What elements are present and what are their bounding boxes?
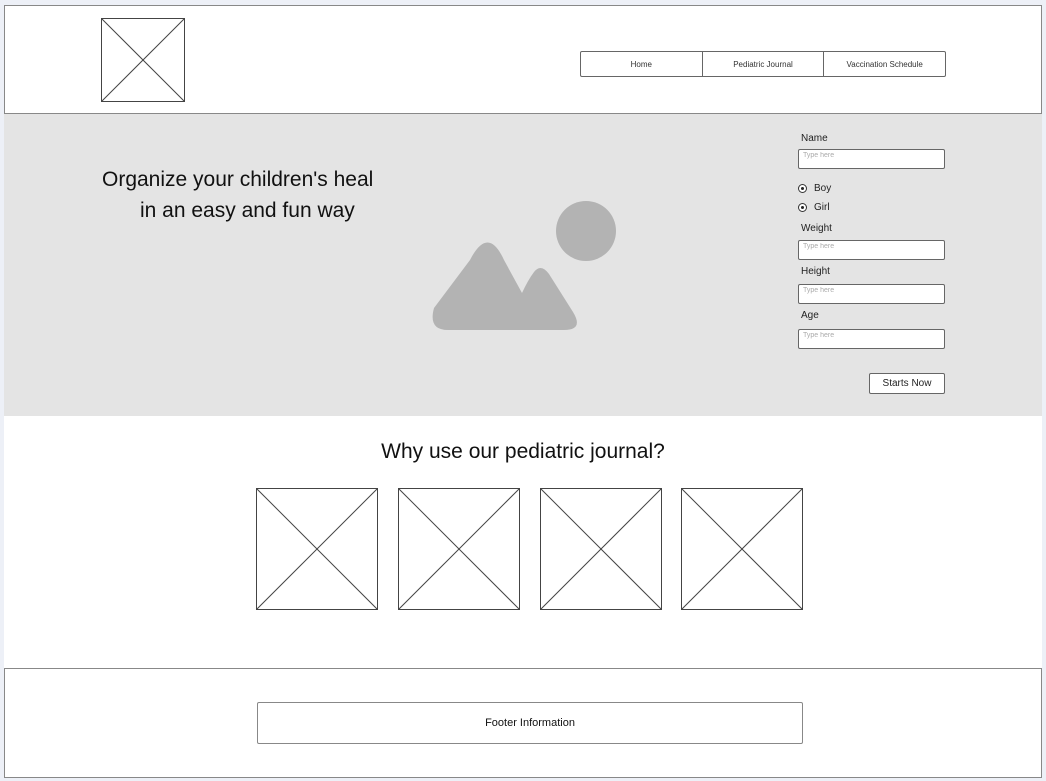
- feature-image-placeholder-icon: [256, 488, 378, 610]
- main-nav: Home Pediatric Journal Vaccination Sched…: [580, 51, 946, 77]
- features-section: Why use our pediatric journal?: [4, 416, 1042, 668]
- gender-option-girl[interactable]: Girl: [798, 202, 830, 213]
- nav-vaccination-schedule[interactable]: Vaccination Schedule: [824, 52, 945, 76]
- nav-home[interactable]: Home: [581, 52, 703, 76]
- height-label: Height: [801, 266, 830, 277]
- hero-title-line2: in an easy and fun way: [140, 199, 355, 222]
- features-title: Why use our pediatric journal?: [381, 440, 665, 463]
- weight-label: Weight: [801, 223, 832, 234]
- weight-input[interactable]: [798, 240, 945, 260]
- footer: Footer Information: [4, 668, 1042, 778]
- name-label: Name: [801, 133, 828, 144]
- logo-placeholder-icon: [101, 18, 185, 102]
- feature-image-placeholder-icon: [681, 488, 803, 610]
- hero-section: Organize your children's heal in an easy…: [4, 114, 1042, 416]
- radio-boy-icon[interactable]: [798, 184, 807, 193]
- radio-girl-label: Girl: [814, 202, 830, 213]
- radio-boy-label: Boy: [814, 183, 832, 194]
- feature-image-placeholder-icon: [398, 488, 520, 610]
- age-label: Age: [801, 310, 819, 321]
- name-input[interactable]: [798, 149, 945, 169]
- gender-option-boy[interactable]: Boy: [798, 183, 831, 194]
- feature-image-placeholder-icon: [540, 488, 662, 610]
- height-input[interactable]: [798, 284, 945, 304]
- starts-now-button[interactable]: Starts Now: [869, 373, 945, 394]
- nav-pediatric-journal[interactable]: Pediatric Journal: [703, 52, 825, 76]
- hero-title-line1: Organize your children's heal: [102, 168, 374, 191]
- header: Home Pediatric Journal Vaccination Sched…: [4, 5, 1042, 114]
- hero-title: Organize your children's heal in an easy…: [102, 164, 432, 226]
- footer-information: Footer Information: [257, 702, 803, 744]
- radio-girl-icon[interactable]: [798, 203, 807, 212]
- landscape-image-icon: [428, 200, 618, 332]
- age-input[interactable]: [798, 329, 945, 349]
